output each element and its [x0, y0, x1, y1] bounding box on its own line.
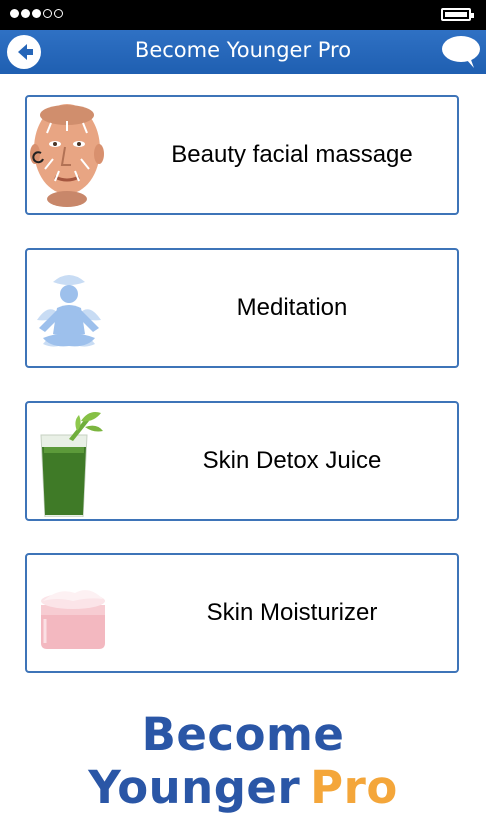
brand-main-text: Become Younger	[88, 708, 345, 814]
header-bar: Become Younger Pro	[0, 30, 486, 74]
menu-item-label: Meditation	[236, 294, 348, 321]
status-bar	[0, 0, 486, 30]
menu-item-skin-moisturizer[interactable]: Skin Moisturizer	[25, 553, 459, 673]
chat-button[interactable]	[440, 33, 482, 71]
face-massage-icon	[30, 104, 104, 207]
menu-item-skin-detox-juice[interactable]: Skin Detox Juice	[25, 401, 459, 521]
page-title: Become Younger Pro	[134, 38, 352, 62]
menu-item-beauty-facial-massage[interactable]: Beauty facial massage	[25, 95, 459, 215]
moisturizer-jar-icon	[41, 590, 105, 649]
meditation-icon	[37, 275, 101, 347]
menu-item-label: Skin Detox Juice	[202, 447, 382, 474]
menu-item-label: Beauty facial massage	[171, 141, 413, 168]
chat-bubble-icon	[442, 36, 480, 68]
brand-logo: Become Younger Pro	[0, 708, 486, 814]
battery-icon	[441, 8, 474, 21]
signal-dots-icon	[10, 9, 63, 18]
green-juice-icon	[40, 412, 103, 517]
menu-item-meditation[interactable]: Meditation	[25, 248, 459, 368]
menu-item-label: Skin Moisturizer	[206, 599, 378, 626]
brand-pro-text: Pro	[310, 761, 398, 814]
